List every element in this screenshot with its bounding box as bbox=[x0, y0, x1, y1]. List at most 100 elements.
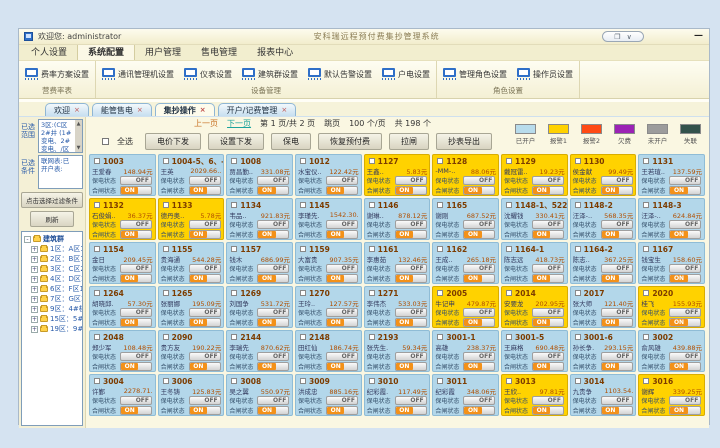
tree-node[interactable]: + 3区：C区2#井（1#变 bbox=[24, 264, 82, 274]
power-protect-toggle[interactable]: OFF bbox=[189, 220, 221, 229]
close-icon[interactable]: × bbox=[281, 107, 287, 114]
meter-card[interactable]: 1159 大富贵 907.35元 保电状态 OFF 合闸状态 ON bbox=[295, 242, 362, 284]
meter-card[interactable]: 1129 戴冠雷.. 19.23元 保电状态 OFF 合闸状态 ON bbox=[501, 154, 568, 196]
select-checkbox[interactable] bbox=[163, 246, 169, 252]
select-checkbox[interactable] bbox=[369, 202, 375, 208]
select-checkbox[interactable] bbox=[643, 290, 649, 296]
switch-state-toggle[interactable]: ON bbox=[395, 230, 427, 239]
switch-state-toggle[interactable]: ON bbox=[189, 362, 221, 371]
meter-card[interactable]: 1164-2 陈志.. 367.25元 保电状态 OFF 合闸状态 ON bbox=[570, 242, 637, 284]
meter-card[interactable]: 1161 李惠茹 132.46元 保电状态 OFF 合闸状态 ON bbox=[364, 242, 431, 284]
meter-card[interactable]: 1270 王玲.. 127.57元 保电状态 OFF 合闸状态 ON bbox=[295, 286, 362, 328]
close-icon[interactable]: × bbox=[137, 107, 143, 114]
select-checkbox[interactable] bbox=[575, 246, 581, 252]
power-protect-toggle[interactable]: OFF bbox=[532, 264, 564, 273]
ribbon-button[interactable]: 操作员设置 bbox=[517, 68, 573, 80]
power-protect-toggle[interactable]: OFF bbox=[120, 264, 152, 273]
switch-state-toggle[interactable]: ON bbox=[532, 230, 564, 239]
expand-icon[interactable]: + bbox=[31, 296, 38, 303]
expand-icon[interactable]: + bbox=[31, 326, 38, 333]
switch-state-toggle[interactable]: ON bbox=[326, 318, 358, 327]
switch-state-toggle[interactable]: ON bbox=[257, 230, 289, 239]
switch-state-toggle[interactable]: ON bbox=[669, 318, 701, 327]
switch-state-toggle[interactable]: ON bbox=[532, 274, 564, 283]
document-tab[interactable]: 开户/记费管理 × bbox=[218, 103, 297, 116]
select-checkbox[interactable] bbox=[163, 158, 169, 164]
switch-state-toggle[interactable]: ON bbox=[395, 274, 427, 283]
meter-card[interactable]: 1165 谢刚 687.52元 保电状态 OFF 合闸状态 ON bbox=[432, 198, 499, 240]
tree-node[interactable]: + 1区：A区1#井 bbox=[24, 244, 82, 254]
switch-state-toggle[interactable]: ON bbox=[395, 318, 427, 327]
meter-card[interactable]: 3008 吴之翼 550.97元 保电状态 OFF 合闸状态 ON bbox=[226, 374, 293, 416]
power-protect-toggle[interactable]: OFF bbox=[601, 264, 633, 273]
power-protect-toggle[interactable]: OFF bbox=[463, 220, 495, 229]
close-icon[interactable]: × bbox=[74, 107, 80, 114]
expand-icon[interactable]: + bbox=[31, 246, 38, 253]
power-protect-toggle[interactable]: OFF bbox=[532, 352, 564, 361]
power-protect-toggle[interactable]: OFF bbox=[463, 352, 495, 361]
select-checkbox[interactable] bbox=[369, 334, 375, 340]
power-protect-toggle[interactable]: OFF bbox=[326, 308, 358, 317]
select-checkbox[interactable] bbox=[643, 158, 649, 164]
expand-icon[interactable]: + bbox=[31, 306, 38, 313]
meter-card[interactable]: 1004-5、6、-- 王英 2029.66.. 保电状态 OFF 合闸状态 O… bbox=[158, 154, 225, 196]
switch-state-toggle[interactable]: ON bbox=[326, 186, 358, 195]
ribbon-button[interactable]: 通讯管理机设置 bbox=[102, 68, 174, 80]
switch-state-toggle[interactable]: ON bbox=[326, 362, 358, 371]
select-checkbox[interactable] bbox=[94, 158, 100, 164]
select-checkbox[interactable] bbox=[231, 334, 237, 340]
menu-item[interactable]: 售电管理 bbox=[191, 43, 247, 60]
tree-node[interactable]: + 9区：4#楼电井（4#楼 bbox=[24, 304, 82, 314]
meter-card[interactable]: 1271 李伟杰 533.03元 保电状态 OFF 合闸状态 ON bbox=[364, 286, 431, 328]
select-checkbox[interactable] bbox=[506, 246, 512, 252]
meter-card[interactable]: 1131 王若瑄.. 137.59元 保电状态 OFF 合闸状态 ON bbox=[638, 154, 705, 196]
toolbar-button[interactable]: 抄表导出 bbox=[436, 133, 492, 150]
switch-state-toggle[interactable]: ON bbox=[395, 406, 427, 415]
menu-item[interactable]: 报表中心 bbox=[247, 43, 303, 60]
tree-node[interactable]: + 19区：9#变电站（2#变 bbox=[24, 324, 82, 334]
prev-page-link[interactable]: 上一页 bbox=[194, 118, 218, 129]
meter-card[interactable]: 3010 纪彩霞. 117.49元 保电状态 OFF 合闸状态 ON bbox=[364, 374, 431, 416]
meter-card[interactable]: 3011 纪彩霞 348.06元 保电状态 OFF 合闸状态 ON bbox=[432, 374, 499, 416]
expand-icon[interactable]: + bbox=[31, 316, 38, 323]
meter-card[interactable]: 3002 俞风雄 439.88元 保电状态 OFF 合闸状态 ON bbox=[638, 330, 705, 372]
select-checkbox[interactable] bbox=[231, 158, 237, 164]
switch-state-toggle[interactable]: ON bbox=[257, 318, 289, 327]
toolbar-button[interactable]: 电价下发 bbox=[145, 133, 201, 150]
select-checkbox[interactable] bbox=[94, 334, 100, 340]
power-protect-toggle[interactable]: OFF bbox=[601, 352, 633, 361]
select-checkbox[interactable] bbox=[94, 378, 100, 384]
select-checkbox[interactable] bbox=[163, 378, 169, 384]
power-protect-toggle[interactable]: OFF bbox=[326, 176, 358, 185]
switch-state-toggle[interactable]: ON bbox=[463, 362, 495, 371]
expand-icon[interactable]: + bbox=[31, 286, 38, 293]
select-checkbox[interactable] bbox=[300, 290, 306, 296]
switch-state-toggle[interactable]: ON bbox=[257, 274, 289, 283]
switch-state-toggle[interactable]: ON bbox=[120, 230, 152, 239]
expand-icon[interactable]: + bbox=[31, 266, 38, 273]
select-checkbox[interactable] bbox=[231, 378, 237, 384]
power-protect-toggle[interactable]: OFF bbox=[601, 396, 633, 405]
select-checkbox[interactable] bbox=[369, 290, 375, 296]
meter-card[interactable]: 1148-2 汪泽-.. 568.35元 保电状态 OFF 合闸状态 ON bbox=[570, 198, 637, 240]
power-protect-toggle[interactable]: OFF bbox=[463, 308, 495, 317]
switch-state-toggle[interactable]: ON bbox=[463, 406, 495, 415]
toolbar-button[interactable]: 恢复预付费 bbox=[318, 133, 382, 150]
meter-card[interactable]: 1134 韦品.. 921.83元 保电状态 OFF 合闸状态 ON bbox=[226, 198, 293, 240]
switch-state-toggle[interactable]: ON bbox=[120, 186, 152, 195]
power-protect-toggle[interactable]: OFF bbox=[395, 220, 427, 229]
select-checkbox[interactable] bbox=[163, 202, 169, 208]
power-protect-toggle[interactable]: OFF bbox=[601, 220, 633, 229]
power-protect-toggle[interactable]: OFF bbox=[120, 396, 152, 405]
minimize-button[interactable]: — bbox=[694, 31, 703, 41]
switch-state-toggle[interactable]: ON bbox=[257, 406, 289, 415]
select-checkbox[interactable] bbox=[506, 290, 512, 296]
expand-icon[interactable]: + bbox=[31, 256, 38, 263]
switch-state-toggle[interactable]: ON bbox=[669, 186, 701, 195]
meter-card[interactable]: 3001-6 孙长争. 293.15元 保电状态 OFF 合闸状态 ON bbox=[570, 330, 637, 372]
power-protect-toggle[interactable]: OFF bbox=[669, 264, 701, 273]
ribbon-button[interactable]: 管理角色设置 bbox=[443, 68, 507, 80]
power-protect-toggle[interactable]: OFF bbox=[669, 220, 701, 229]
switch-state-toggle[interactable]: ON bbox=[669, 230, 701, 239]
document-tab[interactable]: 能管售电 × bbox=[92, 103, 152, 116]
